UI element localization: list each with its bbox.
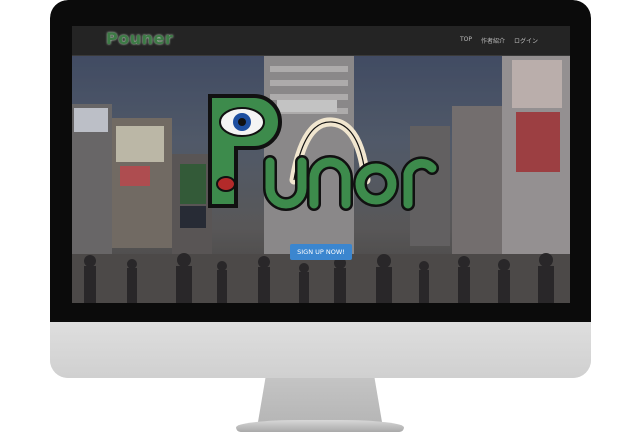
hero-section: SIGN UP NOW! xyxy=(72,56,570,303)
monitor-bezel: Pouner TOP 作者紹介 ログイン SIGN UP NOW! xyxy=(50,0,591,322)
nav-link-author[interactable]: 作者紹介 xyxy=(481,36,505,45)
nav-link-login[interactable]: ログイン xyxy=(514,36,538,45)
monitor: Pouner TOP 作者紹介 ログイン SIGN UP NOW! xyxy=(50,0,591,378)
screen: Pouner TOP 作者紹介 ログイン SIGN UP NOW! xyxy=(72,26,570,303)
navbar: Pouner TOP 作者紹介 ログイン xyxy=(72,26,570,56)
monitor-stand-base xyxy=(236,420,404,432)
monitor-stand xyxy=(258,378,382,422)
nav-links: TOP 作者紹介 ログイン xyxy=(460,36,538,45)
hero-logo xyxy=(208,94,439,211)
nav-logo[interactable]: Pouner xyxy=(106,29,173,48)
nav-link-top[interactable]: TOP xyxy=(460,36,472,45)
monitor-chin xyxy=(50,322,591,378)
signup-button[interactable]: SIGN UP NOW! xyxy=(290,244,352,260)
